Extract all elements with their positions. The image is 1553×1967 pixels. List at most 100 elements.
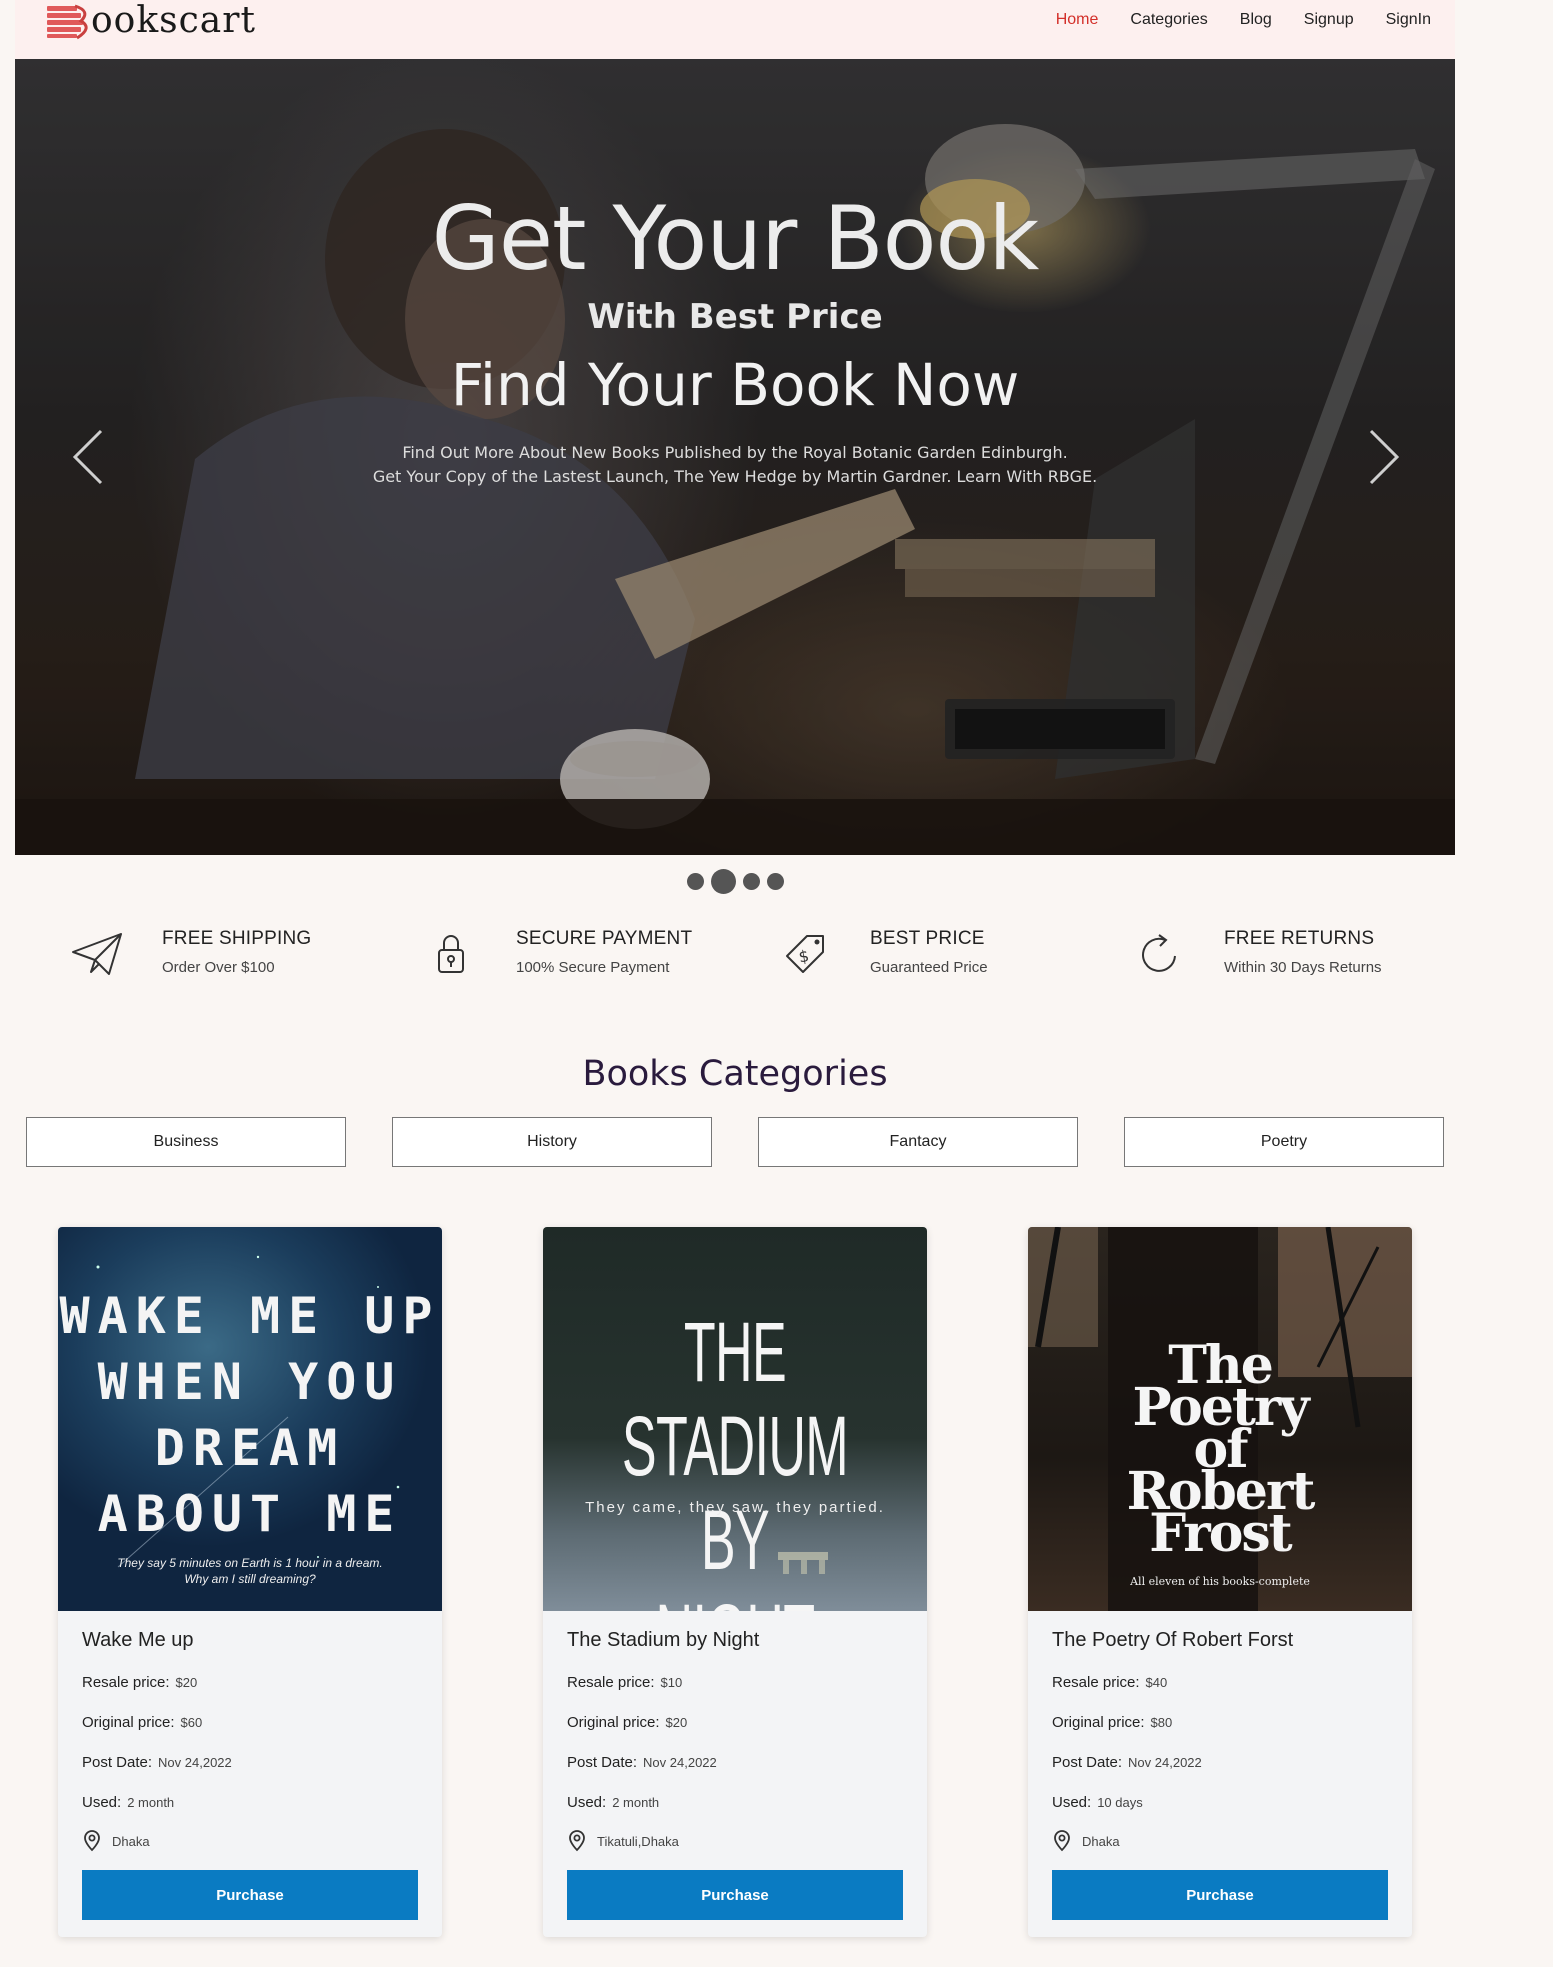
- book-card: WAKE ME UP WHEN YOU DREAM ABOUT ME They …: [58, 1227, 442, 1937]
- used-row: Used: 10 days: [1052, 1794, 1143, 1811]
- cover-line: WHEN YOU: [97, 1353, 403, 1411]
- nav-blog[interactable]: Blog: [1240, 11, 1272, 29]
- location-pin-icon: [569, 1830, 585, 1852]
- used-label: Used:: [567, 1794, 607, 1811]
- post-date-value: Nov 24,2022: [643, 1755, 717, 1770]
- categories-heading: Books Categories: [582, 1054, 888, 1094]
- paper-plane-icon: [72, 933, 122, 975]
- resale-price-row: Resale price: $40: [1052, 1674, 1167, 1691]
- feature-subtitle: Guaranteed Price: [870, 959, 988, 976]
- cover-line: Frost: [1149, 1503, 1292, 1564]
- used-row: Used: 2 month: [82, 1794, 174, 1811]
- book-cover-image: THE STADIUM BY NIGHT They came, they saw…: [543, 1227, 927, 1611]
- cover-caption: All eleven of his books-complete: [1028, 1575, 1412, 1588]
- resale-price-label: Resale price:: [1052, 1674, 1140, 1691]
- svg-text:$: $: [797, 946, 810, 966]
- feature-subtitle: Within 30 Days Returns: [1224, 959, 1382, 976]
- post-date-row: Post Date: Nov 24,2022: [82, 1754, 232, 1771]
- used-label: Used:: [82, 1794, 122, 1811]
- post-date-row: Post Date: Nov 24,2022: [567, 1754, 717, 1771]
- location-pin-icon: [84, 1830, 100, 1852]
- used-label: Used:: [1052, 1794, 1092, 1811]
- cover-caption-line: They say 5 minutes on Earth is 1 hour in…: [117, 1556, 383, 1570]
- carousel-dot-4[interactable]: [766, 873, 784, 890]
- used-row: Used: 2 month: [567, 1794, 659, 1811]
- resale-price-row: Resale price: $10: [567, 1674, 682, 1691]
- nav-home[interactable]: Home: [1056, 11, 1099, 29]
- navbar: ookscart Home Categories Blog Signup Sig…: [15, 0, 1455, 59]
- location-row: Tikatuli,Dhaka: [567, 1830, 679, 1852]
- book-card: THE STADIUM BY NIGHT They came, they saw…: [543, 1227, 927, 1937]
- books-logo-icon: [47, 4, 88, 40]
- book-card: The Poetry of Robert Frost All eleven of…: [1028, 1227, 1412, 1937]
- refresh-icon: [1142, 934, 1176, 972]
- location-text: Tikatuli,Dhaka: [597, 1833, 679, 1849]
- brand-name: ookscart: [91, 0, 256, 41]
- cover-line: DREAM: [154, 1419, 346, 1477]
- post-date-label: Post Date:: [1052, 1754, 1123, 1771]
- resale-price-label: Resale price:: [82, 1674, 170, 1691]
- category-history-button[interactable]: History: [392, 1117, 712, 1167]
- carousel-dot-3[interactable]: [742, 873, 760, 890]
- used-value: 10 days: [1097, 1795, 1143, 1810]
- carousel-prev-icon[interactable]: [69, 427, 109, 487]
- carousel-next-icon[interactable]: [1363, 427, 1403, 487]
- category-business-button[interactable]: Business: [26, 1117, 346, 1167]
- original-price-label: Original price:: [82, 1714, 175, 1731]
- purchase-button[interactable]: Purchase: [1052, 1870, 1388, 1920]
- price-tag-icon: $: [786, 935, 824, 973]
- book-cover-image: WAKE ME UP WHEN YOU DREAM ABOUT ME They …: [58, 1227, 442, 1611]
- hero-description-line-1: Find Out More About New Books Published …: [402, 443, 1068, 462]
- cover-caption-line: Why am I still dreaming?: [184, 1572, 316, 1586]
- hero-subtitle: With Best Price: [587, 297, 883, 337]
- carousel-dot-2[interactable]: [710, 869, 736, 894]
- lock-icon: [438, 935, 464, 973]
- carousel-dot-1[interactable]: [686, 873, 704, 890]
- original-price-label: Original price:: [567, 1714, 660, 1731]
- features-bar: FREE SHIPPING Order Over $100 SECURE PAY…: [15, 926, 1455, 986]
- original-price-row: Original price: $60: [82, 1714, 202, 1731]
- feature-title: FREE RETURNS: [1224, 928, 1375, 949]
- purchase-button[interactable]: Purchase: [567, 1870, 903, 1920]
- purchase-button[interactable]: Purchase: [82, 1870, 418, 1920]
- location-text: Dhaka: [112, 1833, 150, 1849]
- feature-title: BEST PRICE: [870, 928, 985, 949]
- location-text: Dhaka: [1082, 1833, 1120, 1849]
- nav-categories[interactable]: Categories: [1130, 11, 1207, 29]
- feature-title: SECURE PAYMENT: [516, 928, 693, 949]
- cover-title: WAKE ME UP WHEN YOU DREAM ABOUT ME: [58, 1283, 442, 1547]
- nav-signup[interactable]: Signup: [1304, 11, 1354, 29]
- feature-subtitle: Order Over $100: [162, 959, 275, 976]
- location-row: Dhaka: [82, 1830, 150, 1852]
- original-price-value: $60: [180, 1715, 203, 1730]
- original-price-row: Original price: $80: [1052, 1714, 1172, 1731]
- feature-subtitle: 100% Secure Payment: [516, 959, 670, 976]
- book-title: The Stadium by Night: [567, 1629, 760, 1651]
- category-fantacy-button[interactable]: Fantacy: [758, 1117, 1078, 1167]
- book-cover-image: The Poetry of Robert Frost All eleven of…: [1028, 1227, 1412, 1611]
- resale-price-value: $10: [660, 1675, 683, 1690]
- location-pin-icon: [1054, 1830, 1070, 1852]
- hero-tagline: Find Your Book Now: [450, 351, 1020, 419]
- stadium-lights-decoration: [778, 1552, 828, 1574]
- post-date-label: Post Date:: [82, 1754, 153, 1771]
- resale-price-value: $20: [175, 1675, 198, 1690]
- used-value: 2 month: [612, 1795, 660, 1810]
- resale-price-value: $40: [1145, 1675, 1168, 1690]
- category-poetry-button[interactable]: Poetry: [1124, 1117, 1444, 1167]
- post-date-row: Post Date: Nov 24,2022: [1052, 1754, 1202, 1771]
- cover-caption-line: All eleven of his books-complete: [1130, 1575, 1310, 1588]
- nav-signin[interactable]: SignIn: [1386, 11, 1431, 29]
- post-date-value: Nov 24,2022: [1128, 1755, 1202, 1770]
- original-price-row: Original price: $20: [567, 1714, 687, 1731]
- used-value: 2 month: [127, 1795, 175, 1810]
- brand-logo[interactable]: ookscart: [45, 0, 256, 42]
- hero-carousel: Get Your Book With Best Price Find Your …: [15, 59, 1455, 855]
- post-date-label: Post Date:: [567, 1754, 638, 1771]
- book-title: Wake Me up: [82, 1629, 194, 1651]
- resale-price-label: Resale price:: [567, 1674, 655, 1691]
- post-date-value: Nov 24,2022: [158, 1755, 232, 1770]
- hero-description: Find Out More About New Books Published …: [15, 441, 1455, 489]
- original-price-value: $80: [1150, 1715, 1173, 1730]
- original-price-value: $20: [665, 1715, 688, 1730]
